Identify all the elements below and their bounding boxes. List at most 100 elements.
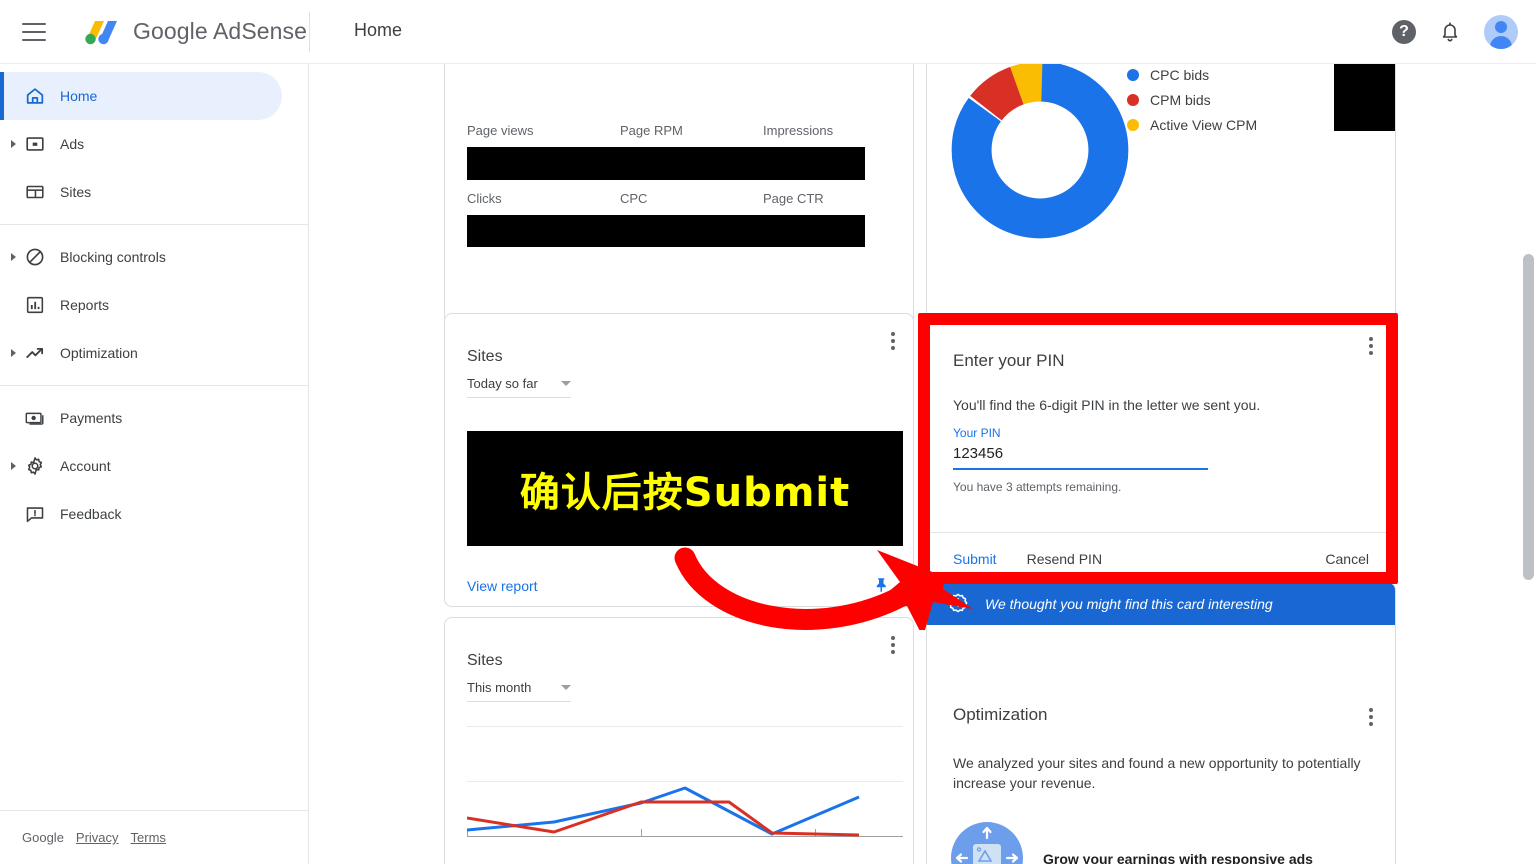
terms-link[interactable]: Terms <box>131 830 166 845</box>
topbar-divider <box>309 12 310 52</box>
card-sites-today: Sites Today so far 确认后按Submit View repor… <box>444 313 914 607</box>
sidebar-group-2: Blocking controls Reports Optimization <box>0 225 308 385</box>
sidebar-item-label: Home <box>60 88 98 104</box>
legend-swatch-icon <box>1127 119 1139 131</box>
help-icon[interactable]: ? <box>1392 20 1416 44</box>
pin-field-label: Your PIN <box>953 426 1001 440</box>
optimization-banner: We thought you might find this card inte… <box>927 583 1395 625</box>
card-title: Enter your PIN <box>953 351 1065 370</box>
page-scrollbar-track[interactable] <box>1521 64 1536 864</box>
card-title: Sites <box>467 348 503 365</box>
google-label: Google <box>22 830 64 845</box>
privacy-link[interactable]: Privacy <box>76 830 119 845</box>
legend-item: CPC bids <box>1127 67 1257 83</box>
bell-icon[interactable] <box>1438 20 1462 44</box>
brand: Google AdSense <box>82 17 307 47</box>
overlay-instruction-text: 确认后按Submit <box>519 469 851 516</box>
pin-input[interactable] <box>953 443 1208 470</box>
brand-text: Google AdSense <box>133 18 308 44</box>
pin-icon[interactable] <box>873 576 891 594</box>
cancel-button[interactable]: Cancel <box>1325 551 1369 567</box>
topbar-actions: ? <box>1392 0 1518 64</box>
block-icon <box>24 246 46 268</box>
page-title: Home <box>354 20 403 40</box>
sidebar-item-feedback[interactable]: Feedback <box>0 490 282 538</box>
line-chart <box>466 726 903 864</box>
legend-label: CPC bids <box>1150 67 1210 83</box>
card-sites-month: Sites This month Jul 1 Jul 3 <box>444 617 914 864</box>
metric-label-page-views: Page views <box>467 123 534 138</box>
card-menu-icon[interactable] <box>1369 708 1373 729</box>
legend-item: Active View CPM <box>1127 117 1257 133</box>
resend-pin-button[interactable]: Resend PIN <box>1027 551 1102 567</box>
legend-label: CPM bids <box>1150 92 1211 108</box>
sidebar-item-label: Blocking controls <box>60 249 166 265</box>
redacted-value-donut <box>1334 64 1395 131</box>
date-range-value: This month <box>467 680 532 695</box>
account-avatar[interactable] <box>1484 15 1518 49</box>
sidebar-item-label: Account <box>60 458 111 474</box>
ads-icon <box>24 133 46 155</box>
sidebar-item-label: Sites <box>60 184 92 200</box>
legend-swatch-icon <box>1127 69 1139 81</box>
card-menu-icon[interactable] <box>1369 337 1373 358</box>
chevron-right-icon <box>11 349 16 357</box>
legend-label: Active View CPM <box>1150 117 1258 133</box>
redacted-values-row-2 <box>467 215 865 247</box>
sidebar-item-ads[interactable]: Ads <box>0 120 282 168</box>
metric-label-page-ctr: Page CTR <box>763 191 824 206</box>
sidebar: Home Ads Sites Blocking controls Reports… <box>0 64 309 864</box>
payments-icon <box>24 407 46 429</box>
overlay-instruction-banner: 确认后按Submit <box>467 431 903 546</box>
sidebar-item-home[interactable]: Home <box>0 72 282 120</box>
sidebar-item-sites[interactable]: Sites <box>0 168 282 216</box>
date-range-dropdown[interactable]: Today so far <box>467 376 571 398</box>
optimization-body: We analyzed your sites and found a new o… <box>953 755 1361 791</box>
card-menu-icon[interactable] <box>891 332 895 353</box>
feedback-icon <box>24 503 46 525</box>
adsense-logo-icon <box>82 17 124 47</box>
card-optimization: We thought you might find this card inte… <box>926 582 1396 864</box>
chevron-right-icon <box>11 462 16 470</box>
home-icon <box>24 85 46 107</box>
submit-button[interactable]: Submit <box>953 551 997 567</box>
card-menu-icon[interactable] <box>891 636 895 657</box>
chevron-right-icon <box>11 140 16 148</box>
sidebar-item-optimization[interactable]: Optimization <box>0 329 282 377</box>
date-range-dropdown[interactable]: This month <box>467 680 571 702</box>
chevron-down-icon <box>561 685 571 690</box>
sidebar-item-label: Reports <box>60 297 110 313</box>
badge-alert-icon <box>947 592 969 617</box>
pin-action-row: Submit Resend PIN Cancel <box>927 532 1395 584</box>
chevron-down-icon <box>561 381 571 386</box>
card-title: Optimization <box>953 705 1048 724</box>
donut-legend: CPC bids CPM bids Active View CPM <box>1127 67 1257 133</box>
date-range-value: Today so far <box>467 376 538 391</box>
view-report-link[interactable]: View report <box>467 578 538 594</box>
sidebar-group-3: Payments Account Feedback <box>0 386 308 546</box>
pin-attempts-help: You have 3 attempts remaining. <box>953 480 1122 494</box>
donut-chart <box>945 64 1135 250</box>
legend-item: CPM bids <box>1127 92 1257 108</box>
top-app-bar: Google AdSense Home ? <box>0 0 1536 64</box>
sidebar-item-payments[interactable]: Payments <box>0 394 282 442</box>
gear-icon <box>24 455 46 477</box>
legend-swatch-icon <box>1127 94 1139 106</box>
sidebar-group-1: Home Ads Sites <box>0 64 308 224</box>
responsive-ads-icon: <> <box>949 820 1025 864</box>
main-content: Page views Page RPM Impressions Clicks C… <box>309 64 1536 864</box>
sidebar-item-account[interactable]: Account <box>0 442 282 490</box>
hamburger-icon[interactable] <box>22 22 46 41</box>
sidebar-item-label: Payments <box>60 410 123 426</box>
metric-label-page-rpm: Page RPM <box>620 123 683 138</box>
chevron-right-icon <box>11 253 16 261</box>
sidebar-item-label: Optimization <box>60 345 138 361</box>
metric-label-clicks: Clicks <box>467 191 502 206</box>
sidebar-item-reports[interactable]: Reports <box>0 281 282 329</box>
pin-description: You'll find the 6-digit PIN in the lette… <box>953 397 1261 413</box>
trending-up-icon <box>24 342 46 364</box>
sidebar-item-blocking-controls[interactable]: Blocking controls <box>0 233 282 281</box>
page-scrollbar-thumb[interactable] <box>1523 254 1534 580</box>
card-title: Sites <box>467 652 503 669</box>
sidebar-footer: Google Privacy Terms <box>0 810 309 864</box>
